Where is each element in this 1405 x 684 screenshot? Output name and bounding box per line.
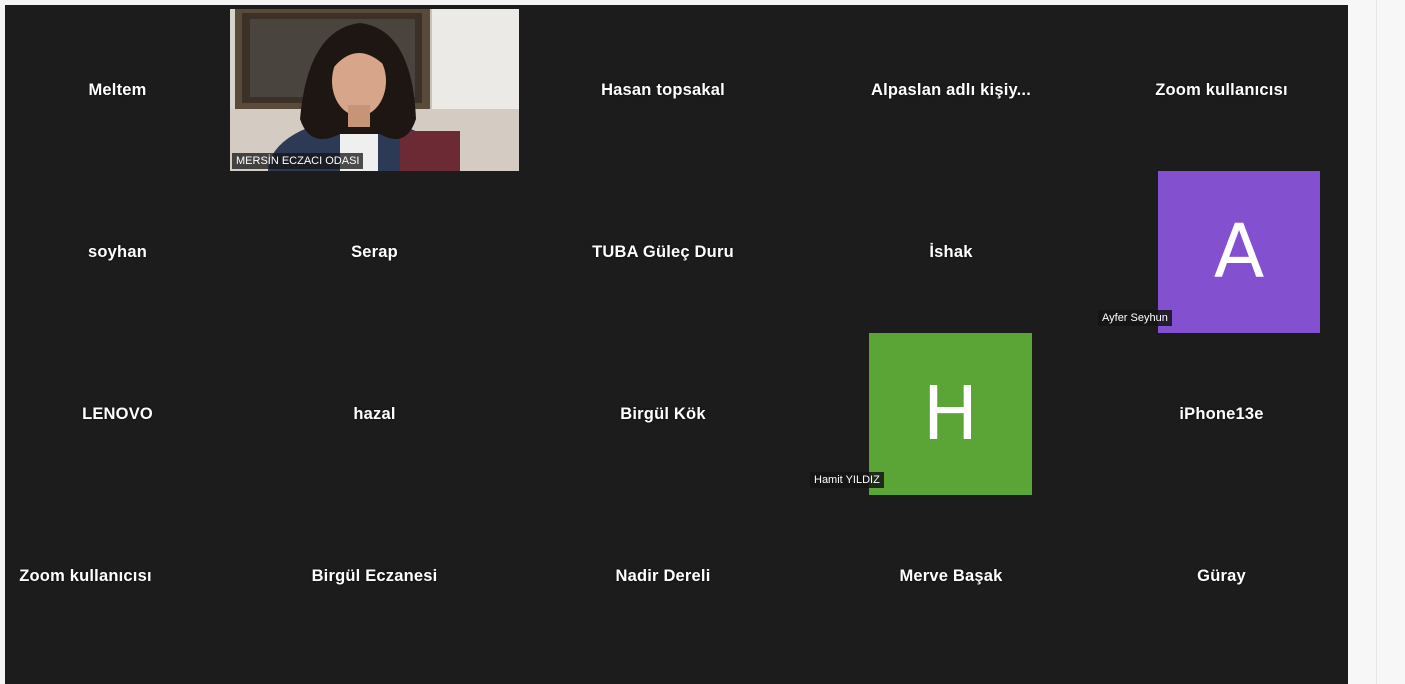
avatar-name-label: Hamit YILDIZ bbox=[810, 472, 884, 488]
participant-name: Zoom kullanıcısı bbox=[19, 566, 152, 585]
participant-name: Zoom kullanıcısı bbox=[1155, 80, 1288, 99]
participant-name: İshak bbox=[929, 242, 973, 261]
participant-tile[interactable]: Hasan topsakal bbox=[519, 9, 807, 171]
participant-tile[interactable]: Birgül Eczanesi bbox=[230, 495, 519, 657]
participant-tile[interactable]: TUBA Güleç Duru bbox=[519, 171, 807, 333]
participant-tile[interactable]: soyhan bbox=[5, 171, 230, 333]
participant-tile[interactable]: Meltem bbox=[5, 9, 230, 171]
gallery-view: Meltem MERSİN ECZACI ODASI Hasan topsaka… bbox=[5, 5, 1348, 684]
participant-tile[interactable]: Birgül Kök bbox=[519, 333, 807, 495]
participant-name: soyhan bbox=[88, 242, 147, 261]
avatar-name-label: Ayfer Seyhun bbox=[1098, 310, 1172, 326]
participant-tile[interactable]: İshak bbox=[807, 171, 1095, 333]
participant-tile[interactable]: iPhone13e bbox=[1095, 333, 1348, 495]
participant-name: Hasan topsakal bbox=[601, 80, 725, 99]
participant-tile[interactable]: Serap bbox=[230, 171, 519, 333]
participant-name: Birgül Kök bbox=[620, 404, 706, 423]
participant-tile[interactable]: Alpaslan adlı kişiy... bbox=[807, 9, 1095, 171]
participant-name: Alpaslan adlı kişiy... bbox=[871, 80, 1031, 99]
avatar-hamit: H bbox=[869, 333, 1032, 495]
side-margin bbox=[1348, 0, 1405, 684]
participant-name: Serap bbox=[351, 242, 398, 261]
avatar-letter: H bbox=[922, 371, 979, 457]
participant-name: Meltem bbox=[88, 80, 147, 99]
participant-name: LENOVO bbox=[82, 404, 153, 423]
avatar-ayfer: A bbox=[1158, 171, 1320, 333]
participant-name: Birgül Eczanesi bbox=[311, 566, 438, 585]
avatar-letter: A bbox=[1213, 209, 1265, 295]
participant-video bbox=[230, 9, 519, 171]
participant-name: hazal bbox=[353, 404, 396, 423]
participant-avatar-tile[interactable]: H Hamit YILDIZ bbox=[807, 333, 1095, 495]
participant-name: Güray bbox=[1197, 566, 1246, 585]
participant-tile[interactable]: Merve Başak bbox=[807, 495, 1095, 657]
participant-name: Merve Başak bbox=[899, 566, 1003, 585]
participant-tile[interactable]: Zoom kullanıcısı bbox=[1095, 9, 1348, 171]
participant-avatar-tile[interactable]: A Ayfer Seyhun bbox=[1095, 171, 1348, 333]
participant-name: Nadir Dereli bbox=[615, 566, 711, 585]
participant-name: TUBA Güleç Duru bbox=[592, 242, 734, 261]
participant-tile[interactable]: Nadir Dereli bbox=[519, 495, 807, 657]
divider bbox=[1376, 0, 1377, 684]
participant-tile[interactable]: LENOVO bbox=[5, 333, 230, 495]
participant-video-tile[interactable]: MERSİN ECZACI ODASI bbox=[230, 9, 519, 171]
participant-video-label: MERSİN ECZACI ODASI bbox=[232, 153, 364, 169]
participant-tile[interactable]: Zoom kullanıcısı bbox=[5, 495, 166, 657]
participant-tile[interactable]: Güray bbox=[1095, 495, 1348, 657]
participant-tile[interactable]: hazal bbox=[230, 333, 519, 495]
participant-name: iPhone13e bbox=[1179, 404, 1264, 423]
